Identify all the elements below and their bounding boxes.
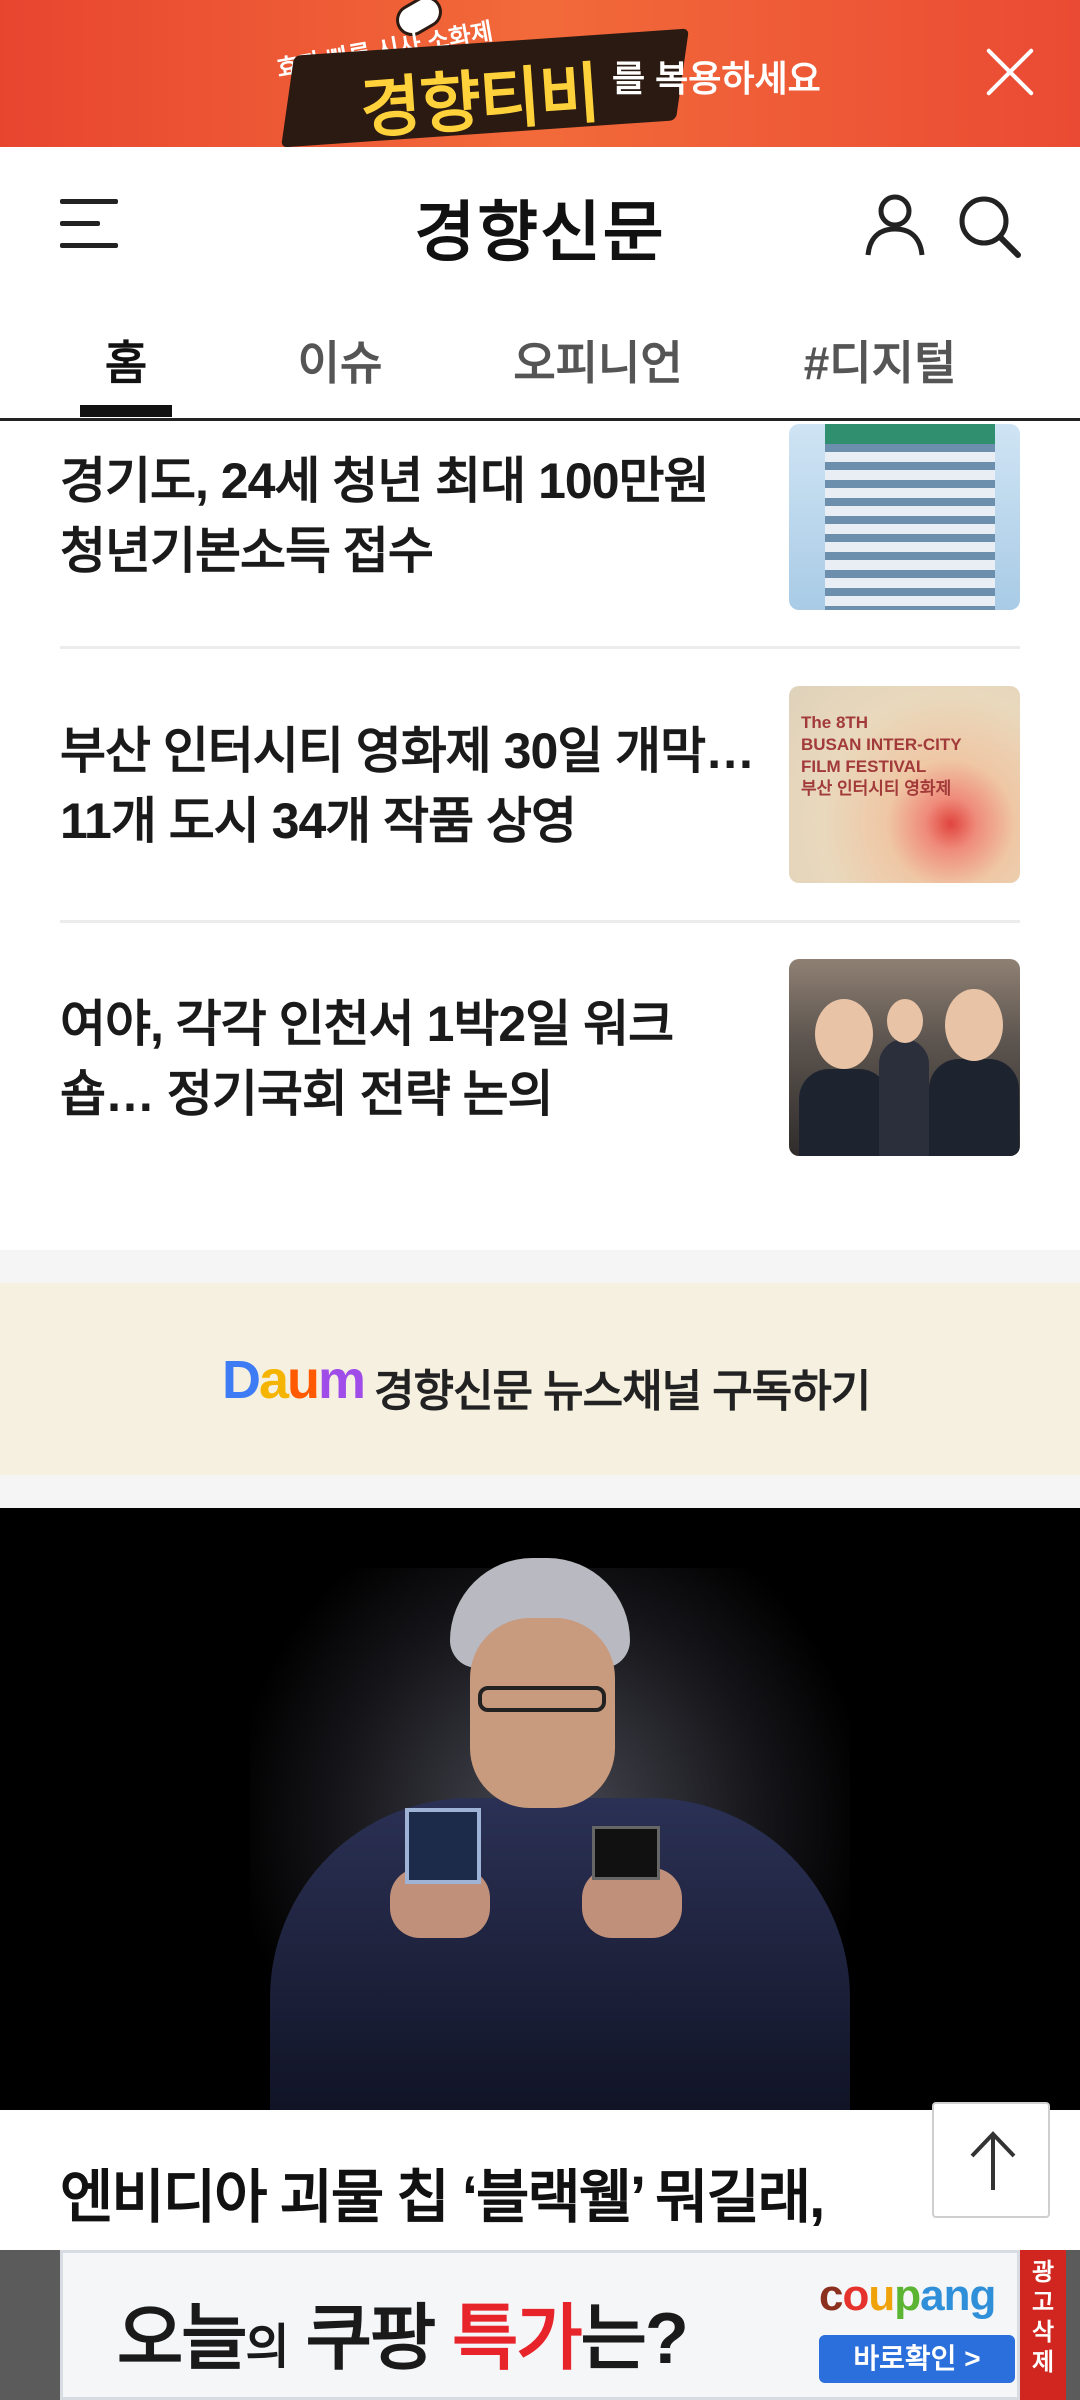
article-item[interactable]: 여야, 각각 인천서 1박2일 워크숍… 정기국회 전략 논의	[0, 923, 1080, 1195]
scroll-to-top-button[interactable]	[932, 2102, 1050, 2218]
active-tab-indicator	[80, 405, 172, 417]
article-thumbnail[interactable]	[789, 959, 1020, 1156]
article-thumbnail[interactable]: The 8TH BUSAN INTER-CITY FILM FESTIVAL 부산 인…	[789, 686, 1020, 883]
article-title[interactable]: 경기도, 24세 청년 최대 100만원 청년기본소득 접수	[60, 446, 760, 586]
section-gap	[0, 1250, 1080, 1283]
tab-digital[interactable]: #디지털	[800, 327, 960, 393]
close-ad-icon[interactable]	[984, 46, 1036, 98]
top-ad-brand: 경향티비	[358, 55, 602, 147]
article-title[interactable]: 여야, 각각 인천서 1박2일 워크숍… 정기국회 전략 논의	[60, 989, 760, 1129]
user-account-icon[interactable]	[862, 191, 928, 257]
tab-home[interactable]: 홈	[80, 327, 172, 393]
festival-poster-text: The 8TH BUSAN INTER-CITY FILM FESTIVAL 부산 인…	[801, 713, 962, 798]
top-ad-banner[interactable]: 효과 빠른 시사 소화제 경향티비 를 복용하세요	[0, 0, 1080, 147]
nav-tabs: 홈 이슈 오피니언 #디지털	[0, 297, 1080, 421]
section-gap	[0, 1475, 1080, 1508]
article-item[interactable]: 경기도, 24세 청년 최대 100만원 청년기본소득 접수	[0, 424, 1080, 648]
coupang-ad-headline: 오늘의 쿠팡 특가는?	[117, 2299, 689, 2379]
article-title[interactable]: 부산 인터시티 영화제 30일 개막… 11개 도시 34개 작품 상영	[60, 716, 760, 856]
feature-title[interactable]: 엔비디아 괴물 칩 ‘블랙웰’ 뭐길래,	[60, 2150, 960, 2234]
daum-logo: Daum	[222, 1350, 366, 1410]
tab-opinion[interactable]: 오피니언	[512, 327, 684, 393]
coupang-confirm-button[interactable]: 바로확인 >	[819, 2335, 1015, 2383]
coupang-ad[interactable]: 오늘의 쿠팡 특가는? coupang 바로확인 >	[60, 2250, 1020, 2400]
bottom-ad-banner[interactable]: 오늘의 쿠팡 특가는? coupang 바로확인 > 광고삭제	[0, 2250, 1080, 2400]
top-ad-tail-text: 를 복용하세요	[612, 58, 821, 99]
article-thumbnail[interactable]	[789, 424, 1020, 610]
ad-delete-button[interactable]: 광고삭제	[1020, 2250, 1066, 2400]
search-icon[interactable]	[956, 193, 1022, 259]
daum-subscribe-banner[interactable]: Daum 경향신문 뉴스채널 구독하기	[0, 1283, 1080, 1475]
daum-subscribe-text: 경향신문 뉴스채널 구독하기	[374, 1367, 871, 1416]
feature-image[interactable]	[0, 1508, 1080, 2110]
article-item[interactable]: 부산 인터시티 영화제 30일 개막… 11개 도시 34개 작품 상영 The…	[0, 650, 1080, 922]
arrow-up-icon	[970, 2131, 1016, 2190]
tab-issue[interactable]: 이슈	[290, 327, 390, 393]
coupang-logo: coupang	[819, 2271, 996, 2320]
site-header: 경향신문	[0, 147, 1080, 297]
divider	[60, 646, 1020, 649]
